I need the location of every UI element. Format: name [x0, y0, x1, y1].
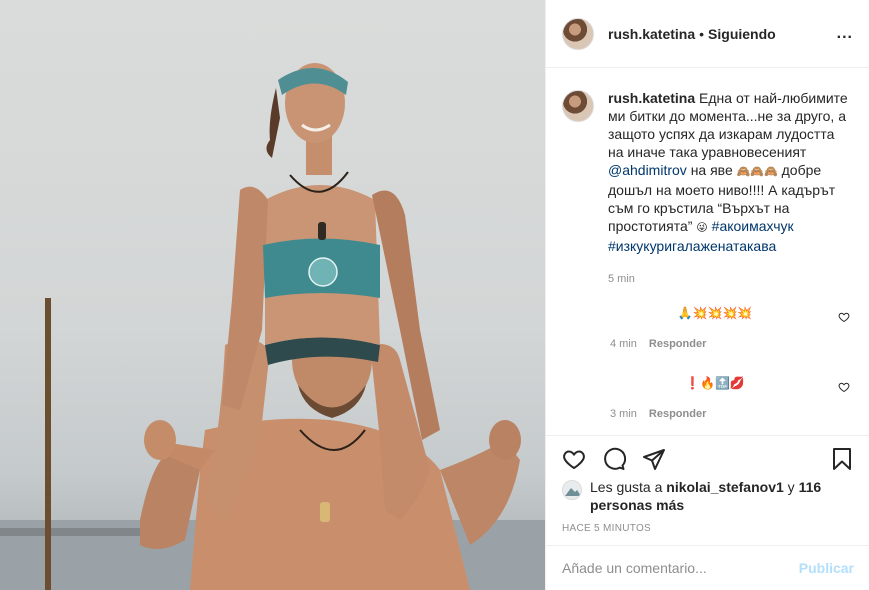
- comment-time[interactable]: 4 min: [610, 338, 637, 350]
- post-timestamp[interactable]: HACE 5 MINUTOS: [562, 523, 854, 534]
- photo-shore: [0, 528, 140, 536]
- caption-body: rush.katetina Една от най-любимите ми би…: [608, 89, 848, 288]
- comment-reply-button[interactable]: Responder: [649, 338, 706, 350]
- caption-emoji-2: 😜: [696, 221, 708, 234]
- comment-text: ❗🔥🔝💋: [685, 376, 745, 390]
- post-actions: Les gusta a nikolai_stefanov1 y 116 pers…: [546, 435, 869, 534]
- publish-button[interactable]: Publicar: [799, 560, 854, 576]
- liker-username[interactable]: nikolai_stefanov1: [666, 479, 784, 495]
- bookmark-icon[interactable]: [830, 447, 854, 471]
- comment-meta: 3 min Responder: [610, 408, 706, 420]
- caption-author-avatar[interactable]: [562, 90, 594, 122]
- photo-pole: [45, 298, 51, 590]
- header-separator: •: [699, 25, 705, 42]
- photo-woman-hair: [266, 88, 280, 158]
- liker-avatar[interactable]: [562, 480, 582, 500]
- comment-icon[interactable]: [602, 447, 626, 471]
- action-bar: [562, 442, 854, 476]
- caption: rush.katetina Една от най-любимите ми би…: [546, 69, 869, 288]
- photo-scene: [0, 63, 545, 590]
- caption-text-2: на яве: [690, 162, 733, 178]
- likes-text: Les gusta a nikolai_stefanov1 y 116 pers…: [590, 478, 850, 514]
- comment-text: 🙏💥💥💥💥: [677, 306, 753, 320]
- more-options-icon[interactable]: ...: [837, 25, 853, 43]
- photo-man-right-hand: [489, 420, 521, 460]
- photo-man-pendant: [320, 502, 330, 522]
- comment-item: ❗🔥🔝💋 3 min Responder: [610, 375, 850, 420]
- caption-mention-link[interactable]: @ahdimitrov: [608, 162, 687, 178]
- caption-emoji-1: 🙈🙈🙈: [736, 165, 778, 178]
- mountain-icon: [565, 488, 581, 496]
- comment-time[interactable]: 3 min: [610, 408, 637, 420]
- comment-item: 🙏💥💥💥💥 4 min Responder: [610, 305, 850, 350]
- comment-like-heart-icon[interactable]: [838, 311, 850, 323]
- like-heart-icon[interactable]: [562, 447, 586, 471]
- comment-meta: 4 min Responder: [610, 338, 706, 350]
- photo-bikini-medallion: [308, 257, 338, 287]
- caption-time[interactable]: 5 min: [608, 273, 635, 285]
- likes-prefix: Les gusta a: [590, 479, 663, 495]
- share-icon[interactable]: [642, 447, 666, 471]
- photo-pendant: [318, 222, 326, 240]
- likes-connector: y: [787, 479, 795, 495]
- post-side-panel: rush.katetina • Siguiendo ... rush.katet…: [545, 0, 869, 590]
- comment-input[interactable]: [562, 560, 799, 576]
- add-comment-bar: Publicar: [546, 545, 869, 590]
- post-header: rush.katetina • Siguiendo ...: [546, 0, 869, 68]
- author-avatar[interactable]: [562, 17, 594, 50]
- author-username[interactable]: rush.katetina: [608, 26, 695, 42]
- comment-like-heart-icon[interactable]: [838, 381, 850, 393]
- caption-hashtag-1[interactable]: #акоимахчук: [712, 218, 794, 234]
- caption-meta: 5 min: [608, 270, 848, 288]
- likes-summary: Les gusta a nikolai_stefanov1 y 116 pers…: [562, 478, 854, 514]
- caption-hashtag-2[interactable]: #изкукуригалаженатакава: [608, 238, 776, 254]
- follow-status-button[interactable]: Siguiendo: [708, 26, 776, 42]
- comment-reply-button[interactable]: Responder: [649, 408, 706, 420]
- caption-username[interactable]: rush.katetina: [608, 90, 695, 106]
- post-photo[interactable]: [0, 0, 545, 590]
- comments-section[interactable]: rush.katetina Една от най-любимите ми би…: [546, 69, 869, 435]
- photo-man-left-hand: [144, 420, 176, 460]
